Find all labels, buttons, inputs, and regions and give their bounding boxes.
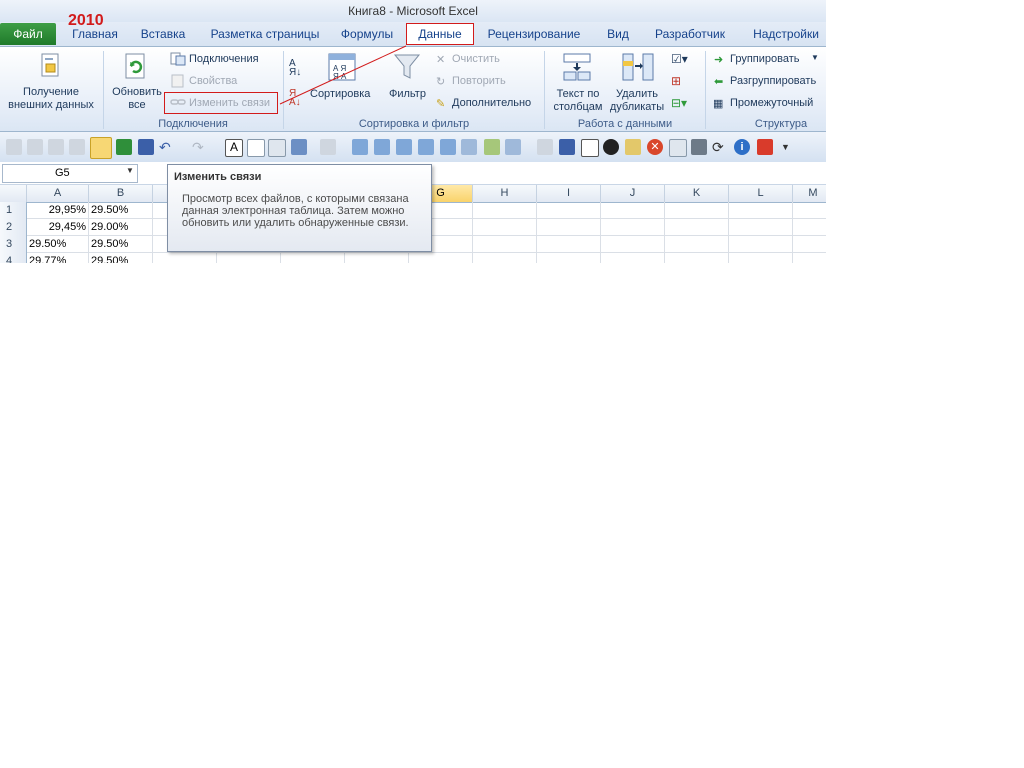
column-header[interactable]: K — [665, 185, 729, 203]
redo-icon[interactable]: ↷ — [192, 139, 208, 155]
cell-b3[interactable]: 29.50% — [89, 236, 153, 253]
toolbar-icon-2[interactable] — [27, 139, 43, 155]
column-header[interactable]: H — [473, 185, 537, 203]
toolbar-icon-10[interactable] — [440, 139, 456, 155]
lock-icon[interactable] — [90, 137, 112, 159]
toolbar-icon-1[interactable] — [6, 139, 22, 155]
column-header[interactable]: A — [27, 185, 89, 203]
print-icon[interactable] — [691, 139, 707, 155]
quick-toolbar: ↶ ↷ A ✕ ⟳ i ▼ — [0, 132, 826, 163]
row-header[interactable]: 3 — [0, 236, 27, 254]
toolbar-icon-8[interactable] — [396, 139, 412, 155]
zoom-icon[interactable] — [461, 139, 477, 155]
save-icon[interactable] — [138, 139, 154, 155]
page-icon[interactable] — [247, 139, 265, 157]
row-header[interactable]: 1 — [0, 202, 27, 220]
cell-a1[interactable]: 29,95% — [27, 202, 89, 219]
search-icon[interactable] — [505, 139, 521, 155]
scroll-icon[interactable] — [625, 139, 641, 155]
excel-window: Книга8 - Microsoft Excel Файл Главная Вс… — [0, 0, 826, 263]
ball-icon[interactable] — [603, 139, 619, 155]
cell-a2[interactable]: 29,45% — [27, 219, 89, 236]
bracket-icon[interactable] — [581, 139, 599, 157]
info-icon[interactable]: i — [734, 139, 750, 155]
close-icon[interactable]: ✕ — [647, 139, 663, 155]
toolbar-icon-4[interactable] — [69, 139, 85, 155]
tooltip-body: Просмотр всех файлов, с которыми связана… — [182, 193, 409, 229]
form-icon[interactable] — [268, 139, 286, 157]
column-header[interactable]: I — [537, 185, 601, 203]
column-header[interactable]: M — [793, 185, 826, 203]
table-icon[interactable] — [291, 139, 307, 155]
refresh-toolbar-icon[interactable]: ⟳ — [712, 139, 728, 155]
tooltip-title: Изменить связи — [174, 171, 262, 183]
toolbar-icon-9[interactable] — [418, 139, 434, 155]
grid-icon[interactable] — [559, 139, 575, 155]
cell-a4[interactable]: 29.77% — [27, 253, 89, 263]
cell-b2[interactable]: 29.00% — [89, 219, 153, 236]
text-icon[interactable]: A — [225, 139, 243, 157]
column-header[interactable]: B — [89, 185, 153, 203]
name-box-dropdown-icon[interactable]: ▼ — [126, 166, 134, 175]
column-header[interactable]: J — [601, 185, 665, 203]
copy-icon[interactable] — [669, 139, 687, 157]
toolbar-icon-11[interactable] — [484, 139, 500, 155]
toolbar-icon-7[interactable] — [374, 139, 390, 155]
row-header[interactable]: 2 — [0, 219, 27, 237]
toolbar-icon-3[interactable] — [48, 139, 64, 155]
name-box[interactable]: G5 — [2, 164, 138, 183]
red-square-icon[interactable] — [757, 139, 773, 155]
undo-icon[interactable]: ↶ — [159, 139, 175, 155]
row-header[interactable]: 4 — [0, 253, 27, 263]
toolbar-icon-6[interactable] — [352, 139, 368, 155]
excel-icon[interactable] — [116, 139, 132, 155]
toolbar-icon-5[interactable] — [320, 139, 336, 155]
edit-links-tooltip: Изменить связи Просмотр всех файлов, с к… — [167, 164, 432, 252]
toolbar-icon-12[interactable] — [537, 139, 553, 155]
customize-toolbar-icon[interactable]: ▼ — [781, 139, 797, 155]
column-header[interactable]: L — [729, 185, 793, 203]
cell-a3[interactable]: 29.50% — [27, 236, 89, 253]
cell-b1[interactable]: 29.50% — [89, 202, 153, 219]
cell-b4[interactable]: 29.50% — [89, 253, 153, 263]
select-all-corner[interactable] — [0, 185, 27, 203]
